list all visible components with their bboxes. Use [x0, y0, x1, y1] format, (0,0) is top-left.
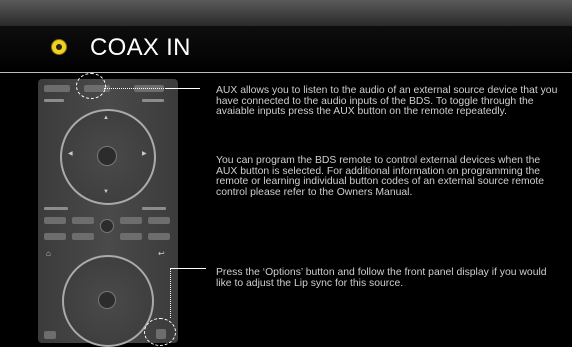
remote-dpad-down-mark: ▼	[103, 189, 109, 195]
aux-callout-line-solid	[166, 88, 200, 89]
options-callout-line	[170, 268, 206, 269]
remote-transport-button	[120, 217, 142, 224]
title-bar: COAX IN	[0, 26, 572, 73]
aux-button-highlight	[76, 73, 106, 99]
remote-transport-button	[44, 233, 66, 240]
top-bar	[0, 0, 572, 26]
remote-play-button	[100, 219, 114, 233]
remote-transport-button	[72, 217, 94, 224]
remote-top-button-left	[44, 85, 70, 92]
remote-transport-button	[44, 217, 66, 224]
remote-home-icon: ⌂	[46, 249, 51, 258]
remote-dpad-right-mark: ▶	[142, 151, 147, 157]
remote-dpad-center	[97, 146, 117, 166]
page-title: COAX IN	[90, 34, 191, 61]
programming-description: You can program the BDS remote to contro…	[216, 155, 545, 198]
yellow-circle-icon	[52, 40, 66, 54]
remote-wheel-center	[98, 291, 116, 309]
remote-label	[44, 207, 68, 210]
options-button-highlight	[144, 318, 176, 346]
aux-description: AUX allows you to listen to the audio of…	[216, 85, 558, 118]
remote-transport-button	[120, 233, 142, 240]
remote-label	[142, 99, 164, 102]
remote-back-icon: ↩	[158, 249, 165, 258]
remote-label	[142, 207, 166, 210]
lip-sync-description: Press the ‘Options’ button and follow th…	[216, 267, 547, 289]
remote-transport-button	[148, 233, 170, 240]
remote-bottom-left-button	[44, 331, 56, 339]
remote-label	[44, 99, 64, 102]
remote-dpad-left-mark: ◀	[68, 151, 73, 157]
remote-transport-button	[72, 233, 94, 240]
options-callout-connector	[170, 268, 172, 318]
aux-callout-line	[104, 88, 166, 89]
remote-transport-button	[148, 217, 170, 224]
remote-image: ▲ ▼ ◀ ▶ ⌂ ↩	[38, 79, 178, 347]
remote-dpad-up-mark: ▲	[103, 115, 109, 121]
